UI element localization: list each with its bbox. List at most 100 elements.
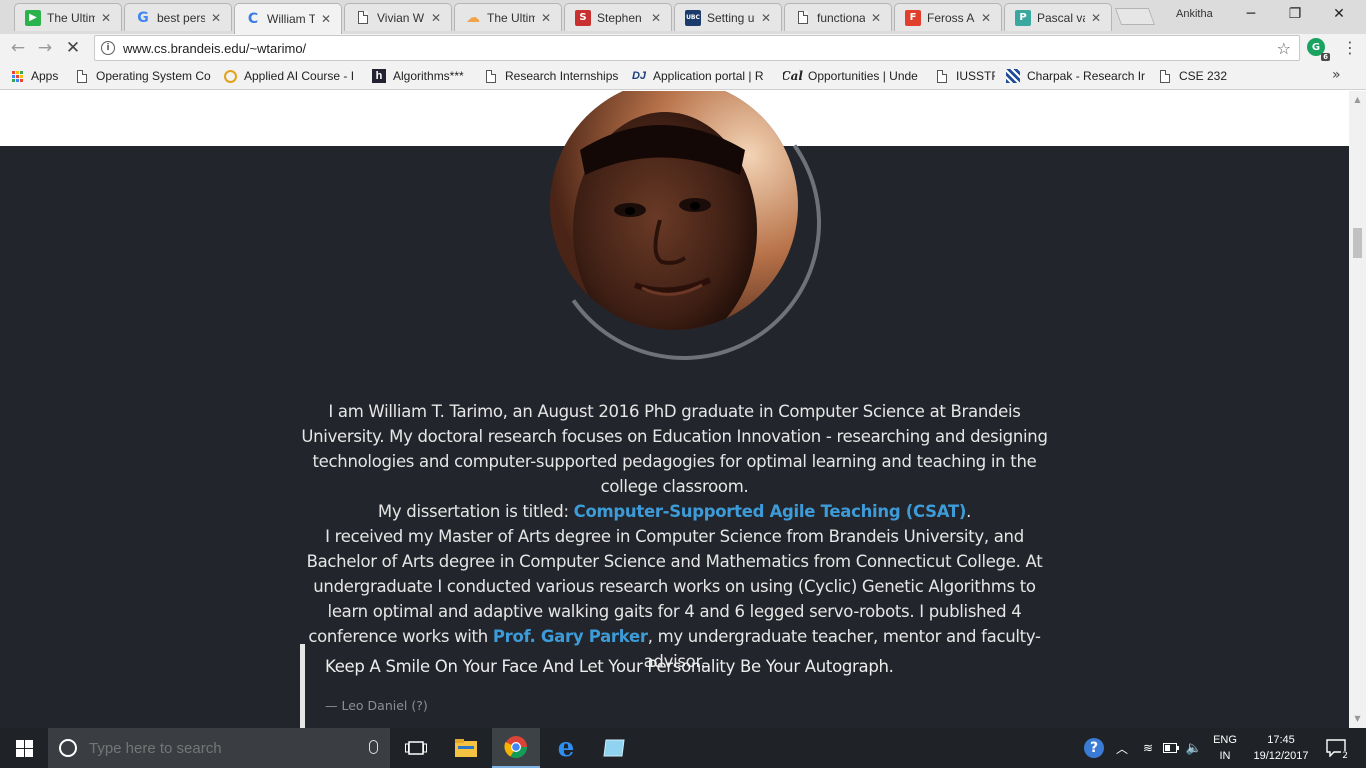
app-icon[interactable]	[592, 728, 636, 768]
volume-icon[interactable]: 🔈	[1184, 728, 1204, 768]
bookmark-label: Charpak - Research Ir	[1027, 69, 1146, 83]
notification-count: 2	[1341, 751, 1349, 761]
notifications-icon[interactable]: 2	[1320, 728, 1352, 768]
bookmark-item[interactable]: Operating System Co	[75, 68, 211, 84]
page-scrollbar[interactable]: ▲ ▼	[1349, 91, 1366, 728]
windows-start-icon[interactable]	[0, 728, 48, 768]
profile-photo	[550, 91, 798, 330]
edge-icon[interactable]: e	[544, 728, 588, 768]
browser-tab[interactable]: Gbest pers ✕	[124, 3, 232, 31]
quote-author: — Leo Daniel (?)	[325, 698, 428, 713]
bookmarks-overflow-button[interactable]: »	[1332, 67, 1341, 83]
scroll-thumb[interactable]	[1353, 228, 1362, 258]
task-view-icon[interactable]	[396, 728, 436, 768]
f-icon: F	[905, 9, 921, 26]
bookmark-item[interactable]: CSE 232	[1158, 68, 1227, 84]
browser-tab[interactable]: UBC Setting u ✕	[674, 3, 782, 31]
scroll-down-icon[interactable]: ▼	[1349, 712, 1366, 726]
dissertation-link[interactable]: Computer-Supported Agile Teaching (CSAT)	[574, 502, 967, 521]
bookmark-item[interactable]: h Algorithms***	[372, 68, 464, 84]
tab-close-icon[interactable]: ✕	[209, 11, 223, 25]
address-bar[interactable]: i ☆	[94, 35, 1300, 61]
chrome-menu-icon[interactable]: ⋮	[1342, 38, 1358, 58]
browser-tab[interactable]: S Stephen ✕	[564, 3, 672, 31]
page-icon	[355, 10, 371, 26]
bookmark-label: Opportunities | Unde	[808, 69, 918, 83]
back-arrow-icon[interactable]: ←	[6, 36, 30, 60]
browser-tab[interactable]: F Feross Al ✕	[894, 3, 1002, 31]
tab-close-icon[interactable]: ✕	[869, 11, 883, 25]
taskbar-search[interactable]	[48, 728, 390, 768]
charpak-icon	[1006, 69, 1020, 83]
browser-tab[interactable]: functiona ✕	[784, 3, 892, 31]
tab-close-icon[interactable]: ✕	[979, 11, 993, 25]
tab-close-icon[interactable]: ✕	[759, 11, 773, 25]
battery-icon[interactable]	[1160, 728, 1182, 768]
maximize-button[interactable]: ❐	[1280, 4, 1310, 24]
wifi-icon[interactable]: ≋	[1138, 728, 1158, 768]
browser-tab-strip: ▶ The Ultim ✕ Gbest pers ✕ C William T ✕ Vivian …	[0, 0, 1366, 34]
bookmark-item[interactable]: Cal Opportunities | Unde	[783, 68, 918, 84]
taskbar-search-input[interactable]	[89, 739, 349, 757]
tab-close-icon[interactable]: ✕	[429, 11, 443, 25]
dj-icon: DJ	[632, 70, 647, 82]
google-icon: G	[137, 9, 149, 26]
site-info-icon[interactable]: i	[101, 41, 115, 55]
bio-text: I am William T. Tarimo, an August 2016 P…	[296, 399, 1053, 674]
browser-tab[interactable]: Vivian W ✕	[344, 3, 452, 31]
minimize-button[interactable]: ─	[1236, 4, 1266, 24]
profile-name[interactable]: Ankitha	[1176, 8, 1213, 20]
bookmark-item[interactable]: IUSSTF	[935, 68, 995, 84]
tab-title: The Ultim	[47, 10, 95, 25]
cloud-icon: ☁	[466, 9, 480, 26]
browser-tab[interactable]: ▶ The Ultim ✕	[14, 3, 122, 31]
language-code: ENG	[1213, 734, 1237, 746]
browser-toolbar: ← → ✕ i ☆	[0, 34, 1366, 62]
close-window-button[interactable]: ✕	[1324, 4, 1354, 24]
page-viewport: I am William T. Tarimo, an August 2016 P…	[0, 91, 1349, 728]
tab-title: Vivian W	[377, 10, 425, 25]
forward-arrow-icon[interactable]: →	[33, 36, 57, 60]
scroll-up-icon[interactable]: ▲	[1349, 93, 1366, 107]
new-tab-button[interactable]	[1114, 8, 1156, 25]
tab-title: Pascal va	[1037, 10, 1085, 25]
bookmark-item[interactable]: DJ Application portal | R	[632, 68, 764, 84]
tray-chevron-icon[interactable]: ︿	[1112, 728, 1132, 768]
tab-title: The Ultim	[487, 10, 535, 25]
cortana-circle-icon	[59, 739, 77, 757]
bookmarks-bar: Apps Operating System Co Applied AI Course…	[0, 62, 1366, 90]
ai-course-icon	[223, 69, 237, 83]
microphone-icon[interactable]	[369, 740, 378, 754]
tab-title: Stephen	[597, 10, 642, 25]
tab-close-icon[interactable]: ✕	[1089, 11, 1103, 25]
bookmark-item[interactable]: Apps	[10, 68, 58, 84]
bookmark-item[interactable]: Charpak - Research Ir	[1006, 68, 1145, 84]
tab-close-icon[interactable]: ✕	[649, 11, 663, 25]
dissertation-prefix: My dissertation is titled:	[377, 502, 574, 521]
tab-close-icon[interactable]: ✕	[99, 11, 113, 25]
language-region: IN	[1219, 750, 1231, 762]
bookmark-item[interactable]: Research Internships	[484, 68, 618, 84]
clock[interactable]: 17:45 19/12/2017	[1246, 732, 1316, 764]
apps-grid-icon	[10, 69, 24, 83]
url-input[interactable]	[123, 40, 1263, 56]
h-icon: h	[372, 69, 386, 83]
stop-loading-icon[interactable]: ✕	[61, 36, 85, 60]
bookmark-star-icon[interactable]: ☆	[1277, 39, 1291, 58]
tab-close-icon[interactable]: ✕	[539, 11, 553, 25]
chrome-taskbar-icon[interactable]	[492, 728, 540, 768]
help-icon[interactable]: ?	[1080, 728, 1108, 768]
bookmark-label: Applied AI Course - I	[244, 69, 355, 83]
language-indicator[interactable]: ENG IN	[1208, 732, 1242, 764]
page-icon	[484, 69, 498, 83]
file-explorer-icon[interactable]	[444, 728, 488, 768]
profile-section: I am William T. Tarimo, an August 2016 P…	[0, 91, 1349, 728]
bookmark-label: IUSSTF	[956, 69, 995, 83]
tab-close-icon[interactable]: ✕	[319, 12, 333, 26]
browser-tab[interactable]: ☁ The Ultim ✕	[454, 3, 562, 31]
grammarly-extension-icon[interactable]: G6	[1307, 38, 1330, 61]
browser-tab[interactable]: C William T ✕	[234, 3, 342, 34]
bookmark-item[interactable]: Applied AI Course - I	[223, 68, 354, 84]
tab-title: Setting u	[707, 10, 755, 25]
browser-tab[interactable]: P Pascal va ✕	[1004, 3, 1112, 31]
